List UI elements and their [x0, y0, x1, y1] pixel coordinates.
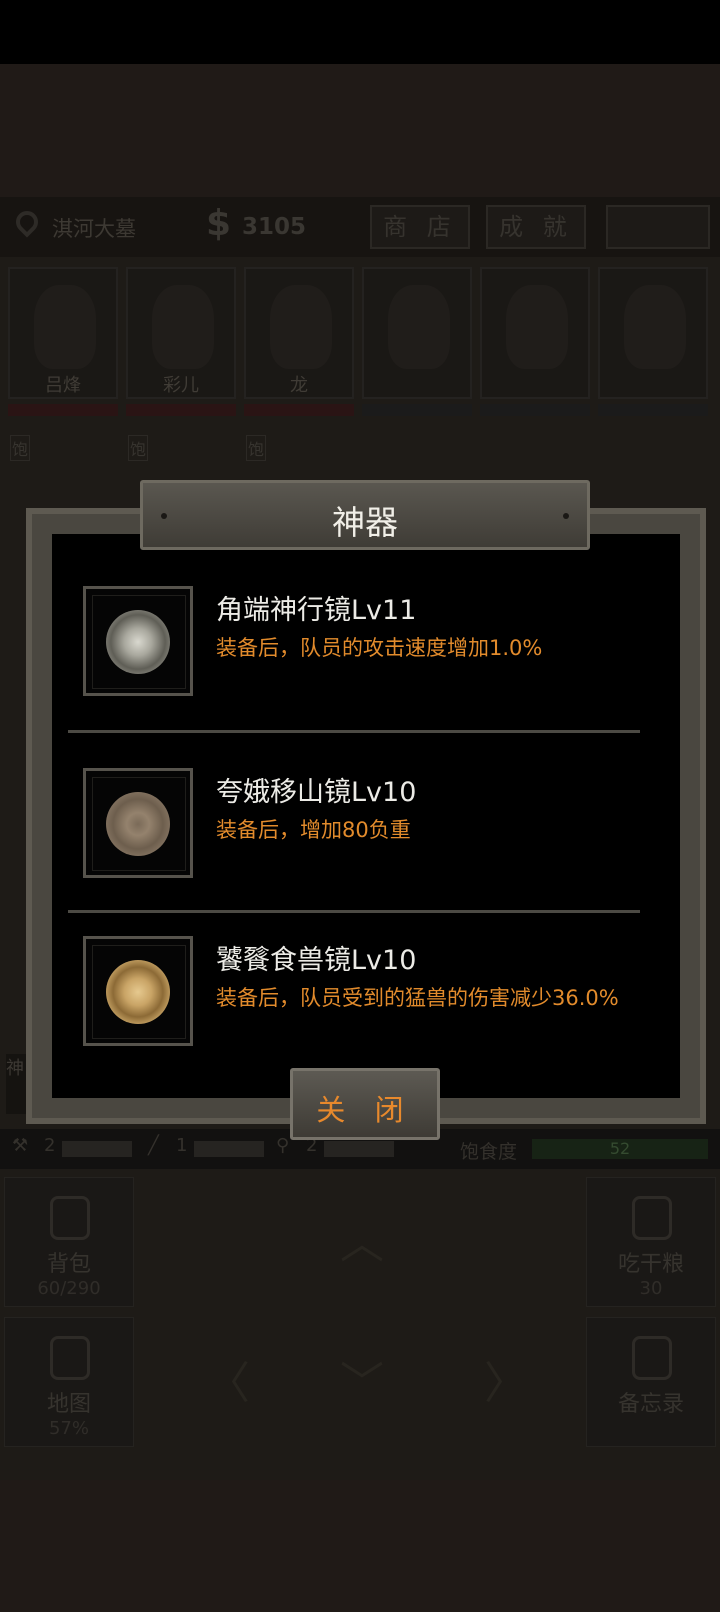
team-slot-empty-3[interactable] — [598, 267, 708, 399]
divider — [68, 910, 640, 913]
map-label: 地图 — [46, 1392, 91, 1417]
dialog-title-plate: 神器 — [140, 480, 590, 550]
silhouette-icon — [624, 285, 686, 369]
top-hud: 淇河大墓 $ 3105 商 店 成 就 — [0, 197, 720, 257]
bag-label: 背包 — [46, 1252, 91, 1277]
shop-button[interactable]: 商 店 — [370, 205, 470, 249]
bronze-mirror-icon — [106, 610, 170, 674]
memo-button[interactable]: 备忘录 — [586, 1317, 716, 1447]
avatar — [152, 285, 214, 369]
silhouette-icon — [506, 285, 568, 369]
bag-capacity: 60/290 — [37, 1278, 101, 1299]
eat-label: 吃干粮 — [617, 1252, 684, 1277]
rations-count: 30 — [639, 1278, 663, 1299]
item-effect: 装备后，增加80负重 — [216, 818, 411, 842]
team-member-1[interactable]: 吕烽 — [8, 267, 118, 399]
item-name: 角端神行镜Lv11 — [216, 595, 417, 626]
notebook-icon — [632, 1336, 672, 1380]
map-button[interactable]: 地图 57% — [4, 1317, 134, 1447]
bag-button[interactable]: 背包 60/290 — [4, 1177, 134, 1307]
artifact-item-1[interactable]: 角端神行镜Lv11 装备后，队员的攻击速度增加1.0% — [83, 586, 643, 696]
team-member-2[interactable]: 彩儿 — [126, 267, 236, 399]
member-name: 龙 — [290, 375, 308, 396]
backpack-icon — [50, 1196, 90, 1240]
avatar — [270, 285, 332, 369]
crowbar-icon: ╱ — [148, 1135, 159, 1156]
item-effect: 装备后，队员受到的猛兽的伤害减少36.0% — [216, 986, 619, 1010]
shovel-durability — [324, 1141, 394, 1157]
pickaxe-durability — [62, 1141, 132, 1157]
money-amount: 3105 — [242, 214, 307, 240]
bronze-mirror-icon — [106, 960, 170, 1024]
satiety-label: 饱食度 — [460, 1141, 518, 1163]
item-frame — [83, 768, 193, 878]
navigation-bar-area — [0, 1480, 720, 1612]
health-bar — [8, 404, 118, 416]
move-up-arrow-icon[interactable]: ︿ — [340, 1207, 384, 1271]
settings-button[interactable] — [606, 205, 710, 249]
item-name: 饕餮食兽镜Lv10 — [216, 945, 417, 976]
team-portraits: 吕烽 彩儿 龙 饱 饱 饱 — [6, 267, 718, 461]
health-bar — [362, 404, 472, 416]
food-sack-icon — [632, 1196, 672, 1240]
avatar — [34, 285, 96, 369]
item-frame — [83, 586, 193, 696]
hunger-badge: 饱 — [128, 435, 149, 461]
eat-rations-button[interactable]: 吃干粮 30 — [586, 1177, 716, 1307]
pickaxe-icon: ⚒ — [12, 1135, 29, 1156]
shovel-icon: ⚲ — [276, 1135, 290, 1156]
location-pin-icon — [11, 206, 43, 238]
item-name: 夸娥移山镜Lv10 — [216, 777, 417, 808]
artifact-item-3[interactable]: 饕餮食兽镜Lv10 装备后，队员受到的猛兽的伤害减少36.0% — [83, 936, 643, 1046]
hunger-badge: 饱 — [10, 435, 31, 461]
health-bar — [598, 404, 708, 416]
hunger-badge: 饱 — [246, 435, 267, 461]
item-effect: 装备后，队员的攻击速度增加1.0% — [216, 636, 543, 660]
map-icon — [50, 1336, 90, 1380]
artifact-item-2[interactable]: 夸娥移山镜Lv10 装备后，增加80负重 — [83, 768, 643, 878]
side-tab[interactable]: 神 — [6, 1054, 28, 1114]
divider — [68, 730, 640, 733]
move-right-arrow-icon[interactable]: 〉 — [484, 1347, 528, 1411]
item-frame — [83, 936, 193, 1046]
team-slot-empty-2[interactable] — [480, 267, 590, 399]
team-slot-empty-1[interactable] — [362, 267, 472, 399]
status-bar-area — [0, 0, 720, 64]
move-down-arrow-icon[interactable]: ﹀ — [340, 1347, 384, 1411]
satiety-bar: 52 — [532, 1139, 708, 1159]
map-explored: 57% — [48, 1418, 89, 1439]
health-bar — [244, 404, 354, 416]
dialog-title: 神器 — [332, 503, 398, 542]
team-member-3[interactable]: 龙 — [244, 267, 354, 399]
crowbar-count: 1 — [176, 1135, 188, 1156]
memo-label: 备忘录 — [617, 1392, 684, 1417]
close-button[interactable]: 关 闭 — [290, 1068, 440, 1140]
dollar-icon: $ — [206, 203, 232, 244]
achievement-button[interactable]: 成 就 — [486, 205, 586, 249]
move-left-arrow-icon[interactable]: 〈 — [206, 1347, 250, 1411]
member-name: 吕烽 — [45, 375, 81, 396]
crowbar-durability — [194, 1141, 264, 1157]
satiety-value: 52 — [609, 1139, 631, 1158]
pickaxe-count: 2 — [44, 1135, 56, 1156]
health-bar — [126, 404, 236, 416]
close-label: 关 闭 — [316, 1093, 414, 1127]
member-name: 彩儿 — [163, 375, 199, 396]
silhouette-icon — [388, 285, 450, 369]
health-bar — [480, 404, 590, 416]
location-name: 淇河大墓 — [52, 217, 136, 241]
bronze-mirror-icon — [106, 792, 170, 856]
